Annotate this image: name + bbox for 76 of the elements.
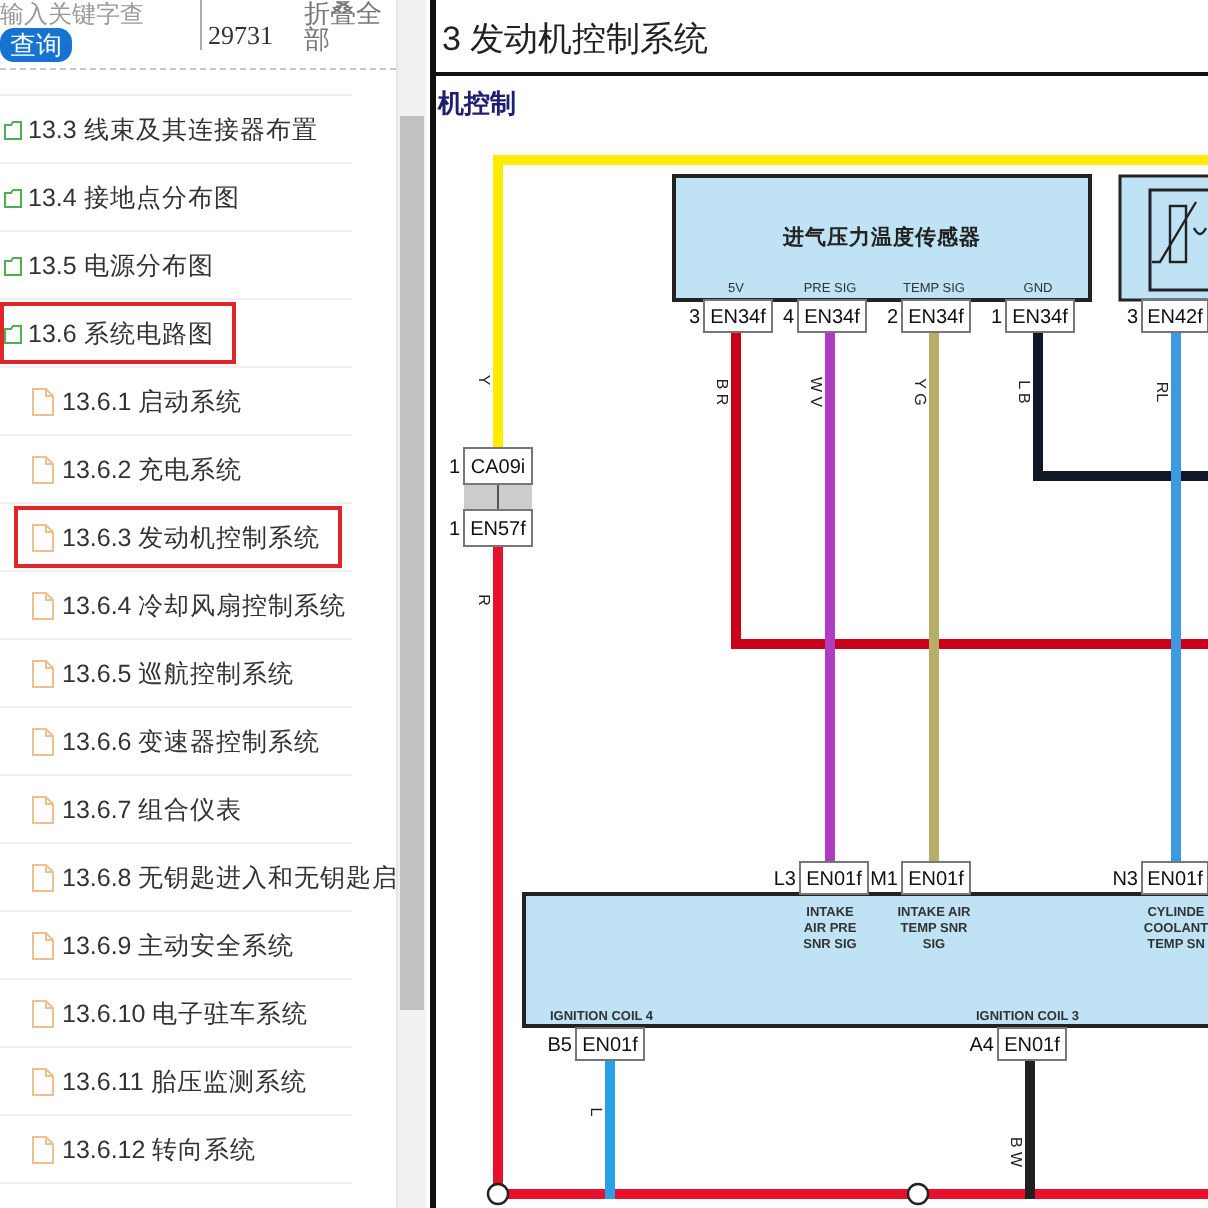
tree-item[interactable]: 13.6.11 胎压监测系统 xyxy=(14,1050,315,1112)
connector-tag: EN01f xyxy=(799,861,869,895)
pin-number: A4 xyxy=(969,1035,994,1058)
wire-code: B W xyxy=(1007,1136,1025,1168)
page-icon xyxy=(32,795,54,823)
wire-code: L B xyxy=(1015,380,1033,404)
section-heading: 机控制 xyxy=(436,86,518,122)
tree-item[interactable]: 13.3 线束及其连接器布置 xyxy=(0,98,326,160)
connector-tag: EN01f xyxy=(575,1027,645,1061)
connector-tag: EN57f xyxy=(463,509,533,547)
page-icon xyxy=(32,931,54,959)
number-text: 29731 xyxy=(208,22,275,48)
page-icon xyxy=(32,591,54,619)
page-icon xyxy=(32,455,54,483)
pin-number: 1 xyxy=(990,307,1002,330)
folder-icon xyxy=(4,187,22,207)
folder-icon xyxy=(4,255,22,275)
wire-code: W V xyxy=(807,376,825,408)
tree-item[interactable]: 13.6.1 启动系统 xyxy=(14,370,251,432)
tree-item[interactable]: 13.6 系统电路图 xyxy=(0,302,236,364)
wire-code: RL xyxy=(1153,381,1171,403)
tree-item[interactable]: 13.5 电源分布图 xyxy=(0,234,222,296)
tree-item[interactable]: 13.4 接地点分布图 xyxy=(0,166,248,228)
wire-code: R xyxy=(475,594,493,606)
connector-tag: EN34f xyxy=(797,299,867,333)
page-icon xyxy=(32,863,54,891)
wire-code: L xyxy=(587,1107,605,1117)
pin-number: 2 xyxy=(886,307,898,330)
page-icon xyxy=(32,387,54,415)
tree-item[interactable]: 13.6.4 冷却风扇控制系统 xyxy=(14,574,355,636)
wire-code: Y xyxy=(475,374,493,386)
connector-tag: EN01f xyxy=(901,861,971,895)
folder-icon xyxy=(4,323,22,343)
search-button[interactable]: 查询 xyxy=(0,28,72,62)
page-icon xyxy=(32,727,54,755)
connector-tag: EN01f xyxy=(1141,861,1208,895)
scrollbar-thumb[interactable] xyxy=(400,116,424,1010)
connector-tag: EN01f xyxy=(997,1027,1067,1061)
tree-item[interactable]: 13.6.12 转向系统 xyxy=(14,1118,265,1180)
pin-number: 3 xyxy=(688,307,700,330)
page-title: 3 发动机控制系统 xyxy=(436,0,1208,76)
connector-tag: EN34f xyxy=(1005,299,1075,333)
wire-code: Y G xyxy=(911,378,929,406)
thermistor-icon xyxy=(1152,201,1208,264)
sensor-label: 进气压力温度传感器 xyxy=(783,226,981,250)
tree-item[interactable]: 13.6.5 巡航控制系统 xyxy=(14,642,303,704)
tree-item[interactable]: 13.6.2 充电系统 xyxy=(14,438,251,500)
connector-tag: EN34f xyxy=(703,299,773,333)
pin-number: 4 xyxy=(782,307,794,330)
pin-number: 1 xyxy=(448,519,460,542)
collapse-button[interactable]: 折叠全部 xyxy=(304,0,384,52)
page-icon xyxy=(32,1135,54,1163)
tree-item[interactable]: 13.6.9 主动安全系统 xyxy=(14,914,303,976)
page-icon xyxy=(32,659,54,687)
page-icon xyxy=(32,999,54,1027)
wire-code: B R xyxy=(713,378,731,406)
connector-tag: EN34f xyxy=(901,299,971,333)
pin-number: 3 xyxy=(1126,307,1138,330)
page-icon xyxy=(32,1067,54,1095)
pin-number: 1 xyxy=(448,457,460,480)
tree-item[interactable]: 13.6.8 无钥匙进入和无钥匙启 xyxy=(14,846,396,908)
search-field[interactable]: 输入关键字查 xyxy=(0,0,180,26)
connector-joint-icon xyxy=(464,483,532,511)
tree-item[interactable]: 13.6.10 电子驻车系统 xyxy=(14,982,317,1044)
pin-number: B5 xyxy=(547,1035,572,1058)
pin-number: M1 xyxy=(870,869,898,892)
tree-item[interactable]: 13.6.3 发动机控制系统 xyxy=(14,506,343,568)
pin-number: L3 xyxy=(773,869,796,892)
pin-number: N3 xyxy=(1112,869,1138,892)
connector-tag: CA09i xyxy=(463,447,533,485)
folder-icon xyxy=(4,119,22,139)
connector-tag: EN42f xyxy=(1141,299,1208,333)
component-block xyxy=(1118,174,1208,302)
tree-item[interactable]: 13.6.7 组合仪表 xyxy=(14,778,251,840)
tree-item[interactable]: 13.6.6 变速器控制系统 xyxy=(14,710,329,772)
page-icon xyxy=(32,523,54,551)
